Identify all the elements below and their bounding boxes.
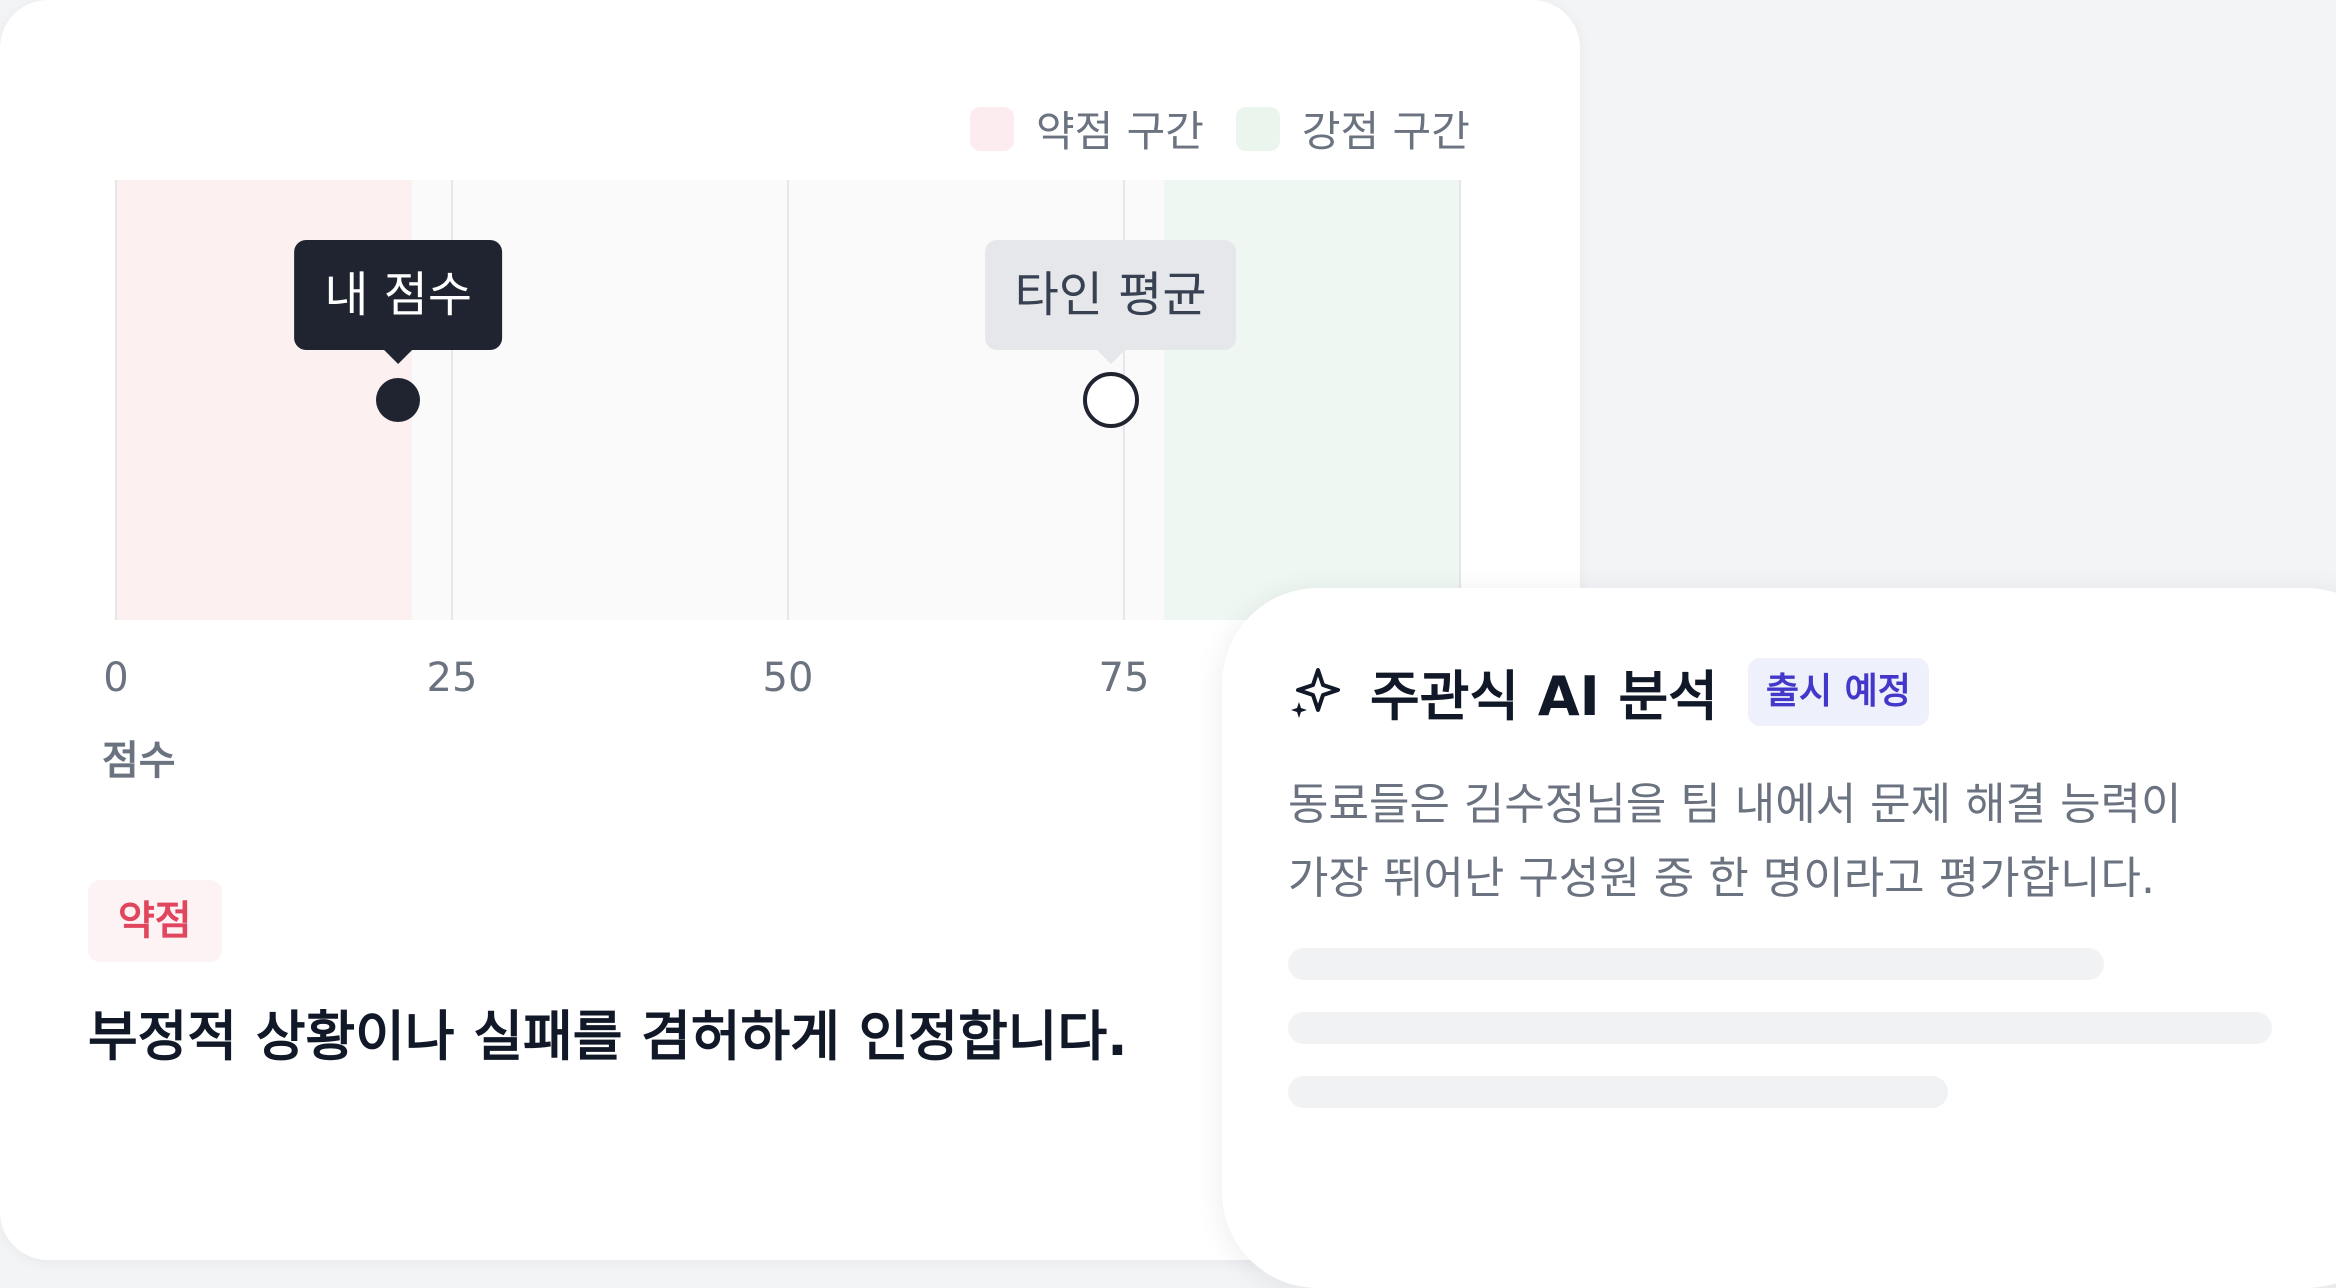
ai-analysis-card: 주관식 AI 분석 출시 예정 동료들은 김수정님을 팀 내에서 문제 해결 능… [1222,588,2336,1288]
ai-analysis-text: 동료들은 김수정님을 팀 내에서 문제 해결 능력이 가장 뛰어난 구성원 중 … [1288,768,2268,916]
others-average-tooltip: 타인 평균 [984,240,1237,364]
others-average-marker[interactable] [1082,372,1139,428]
skeleton-line-2 [1288,1012,2272,1044]
x-tick-label: 50 [762,655,814,701]
legend: 약점 구간 강점 구간 [970,98,1502,159]
legend-label-strong: 강점 구간 [1301,107,1470,156]
x-tick-label: 25 [426,655,478,701]
x-axis-label: 점수 [102,738,176,784]
ai-analysis-line-1: 동료들은 김수정님을 팀 내에서 문제 해결 능력이 [1288,779,2182,830]
legend-swatch-weak [970,106,1014,151]
ai-analysis-line-2: 가장 뛰어난 구성원 중 한 명이라고 평가합니다. [1288,853,2156,904]
legend-swatch-strong [1235,106,1280,151]
x-tick-label: 75 [1098,655,1150,701]
my-score-marker[interactable] [376,378,421,422]
sparkle-icon [1291,667,1340,718]
gridline [1459,180,1461,620]
ai-analysis-header: 주관식 AI 분석 출시 예정 [1288,652,1929,731]
item-statement: 부정적 상황이나 실패를 겸허하게 인정합니다. [88,1005,1128,1068]
coming-soon-badge: 출시 예정 [1747,657,1929,726]
gridline [115,180,117,620]
skeleton-line-1 [1288,948,2104,980]
weakness-tag: 약점 [88,880,222,962]
x-tick-label: 0 [103,655,129,701]
gridline [787,180,789,620]
my-score-tooltip: 내 점수 [294,240,503,364]
skeleton-line-3 [1288,1076,1948,1108]
ai-analysis-title: 주관식 AI 분석 [1370,665,1718,728]
legend-label-weak: 약점 구간 [1036,107,1204,156]
legend-item-strong: 강점 구간 [1235,98,1470,159]
legend-item-weak: 약점 구간 [970,98,1204,159]
